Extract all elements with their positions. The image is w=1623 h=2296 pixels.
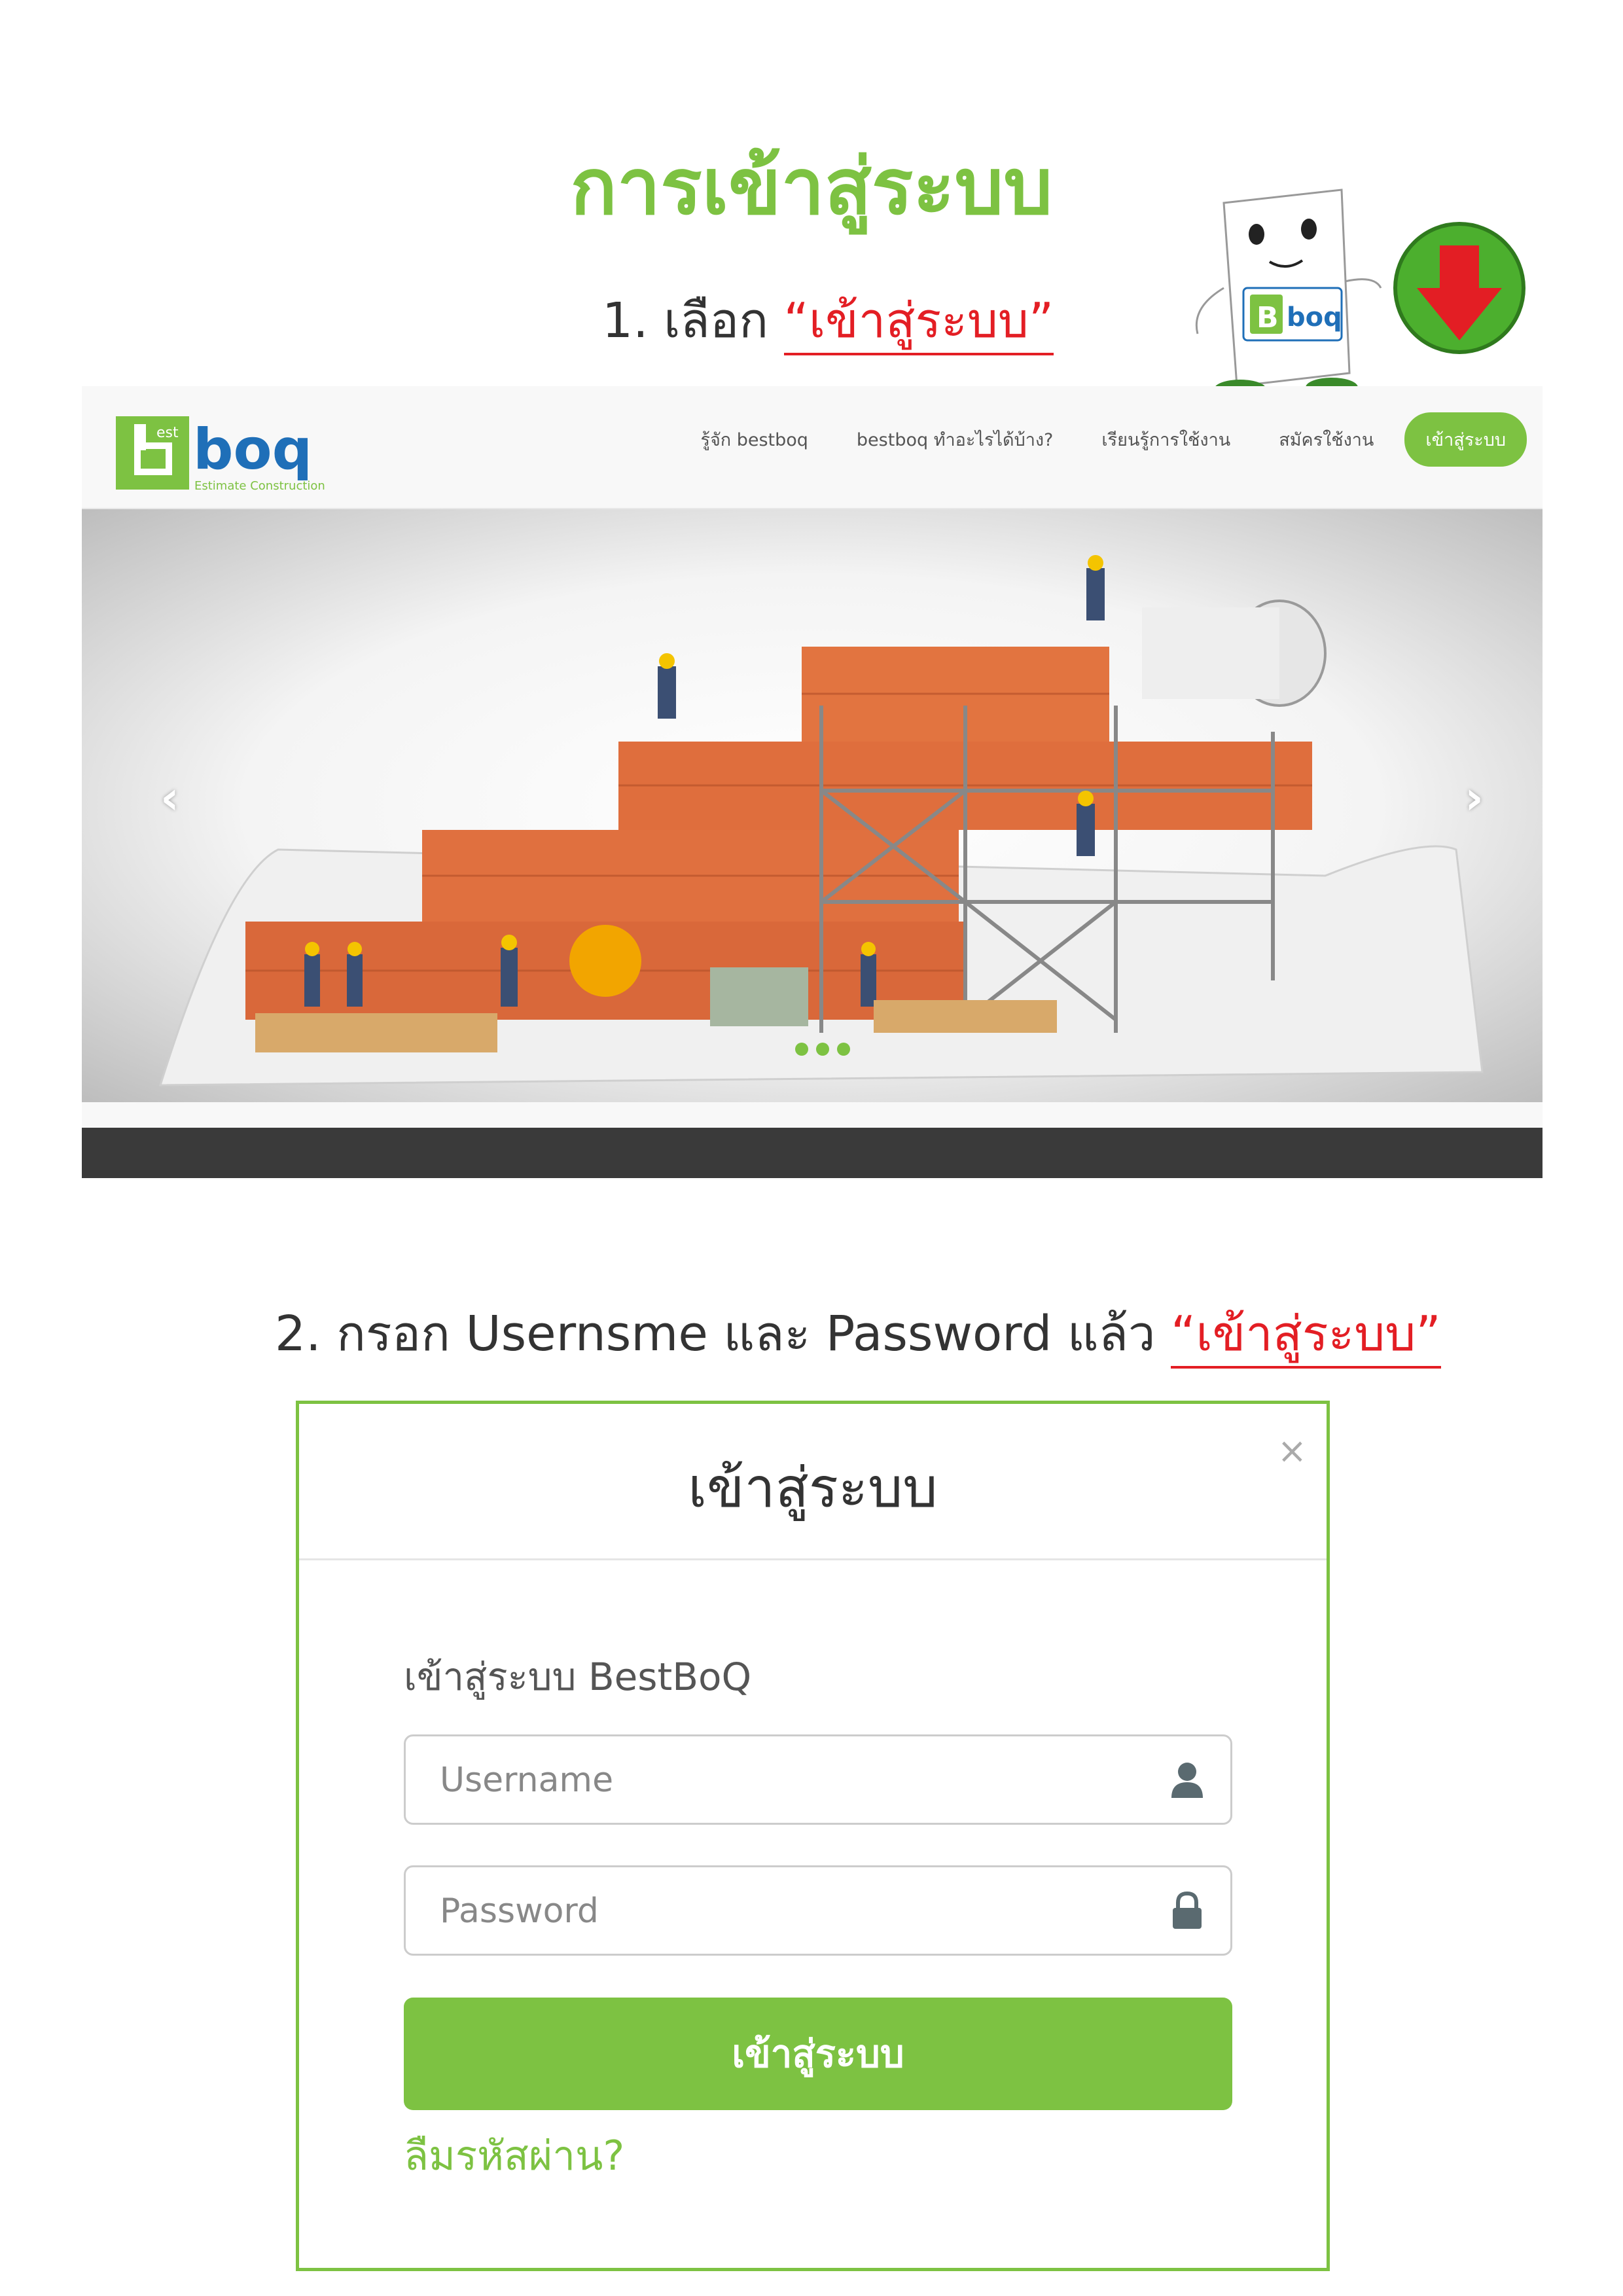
main-nav: รู้จัก bestboq bestboq ทำอะไรได้บ้าง? เร…	[676, 412, 1527, 467]
nav-item-register[interactable]: สมัครใช้งาน	[1255, 425, 1398, 454]
site-header: est boq Estimate Construction รู้จัก bes…	[82, 386, 1543, 509]
forgot-password-link[interactable]: ลืมรหัสผ่าน?	[404, 2124, 624, 2188]
step-2-instruction: 2. กรอก Usernsme และ Password แล้ว “เข้า…	[275, 1295, 1441, 1372]
svg-text:Estimate Construction: Estimate Construction	[194, 479, 325, 493]
svg-text:est: est	[156, 425, 179, 441]
step-1-instruction: 1. เลือก “เข้าสู่ระบบ”	[602, 281, 1054, 359]
password-field	[404, 1865, 1232, 1956]
carousel-dots	[795, 1043, 850, 1056]
website-screenshot: est boq Estimate Construction รู้จัก bes…	[82, 386, 1543, 1178]
carousel-prev-arrow[interactable]: ‹	[160, 771, 179, 825]
bestboq-logo: est boq Estimate Construction	[116, 416, 325, 493]
mascot-logo-text: boq	[1287, 302, 1342, 332]
login-modal: เข้าสู่ระบบ × เข้าสู่ระบบ BestBoQ เข้าสู…	[296, 1401, 1330, 2271]
username-input[interactable]	[438, 1736, 1161, 1824]
modal-title: เข้าสู่ระบบ	[688, 1456, 938, 1520]
construction-hero-image	[158, 555, 1484, 1086]
hero-carousel: ‹ ›	[82, 509, 1543, 1102]
nav-item-about[interactable]: รู้จัก bestboq	[676, 425, 832, 454]
step-1-highlight: “เข้าสู่ระบบ”	[783, 293, 1054, 355]
username-field	[404, 1734, 1232, 1825]
carousel-dot[interactable]	[837, 1043, 850, 1056]
carousel-dot[interactable]	[816, 1043, 829, 1056]
site-footer-bar	[82, 1128, 1543, 1178]
mascot-illustration: B boq	[1195, 188, 1525, 399]
modal-divider	[299, 1558, 1327, 1560]
step-2-highlight: “เข้าสู่ระบบ”	[1171, 1306, 1441, 1369]
login-form-heading: เข้าสู่ระบบ BestBoQ	[404, 1655, 752, 1699]
nav-item-features[interactable]: bestboq ทำอะไรได้บ้าง?	[832, 425, 1077, 454]
user-icon	[1171, 1763, 1203, 1798]
step-2-text: 2. กรอก Usernsme และ Password แล้ว	[275, 1306, 1171, 1362]
step-1-text: 1. เลือก	[602, 293, 784, 349]
lock-icon	[1173, 1891, 1202, 1929]
svg-text:boq: boq	[193, 417, 312, 482]
carousel-dot[interactable]	[795, 1043, 808, 1056]
mascot-badge-letter: B	[1257, 301, 1279, 334]
nav-login-button[interactable]: เข้าสู่ระบบ	[1404, 412, 1527, 467]
carousel-next-arrow[interactable]: ›	[1465, 771, 1484, 825]
password-input[interactable]	[438, 1867, 1161, 1955]
nav-item-learn[interactable]: เรียนรู้การใช้งาน	[1077, 425, 1255, 454]
close-icon[interactable]: ×	[1277, 1430, 1307, 1471]
login-submit-button[interactable]: เข้าสู่ระบบ	[404, 1998, 1232, 2110]
